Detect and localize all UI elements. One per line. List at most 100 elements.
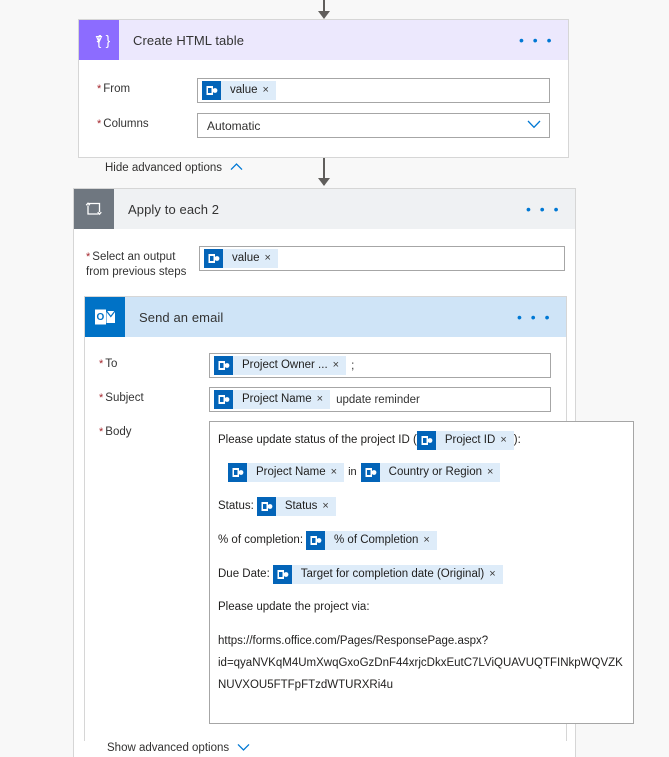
outlook-icon: O [85, 297, 125, 337]
field-control-body: Please update status of the project ID (… [209, 421, 634, 724]
body-line-update-via: Please update the project via: [218, 599, 623, 616]
field-control-to: Project Owner ... × ; [209, 353, 551, 378]
token-remove-icon[interactable]: × [263, 81, 276, 100]
token-project-name-subject[interactable]: Project Name × [214, 390, 331, 409]
token-project-id[interactable]: Project ID × [416, 431, 514, 450]
token-remove-icon[interactable]: × [423, 531, 436, 550]
field-label-select-output: Select an output from previous steps [74, 246, 199, 280]
body-url-text-1: https://forms.office.com/Pages/ResponseP… [218, 635, 489, 647]
token-status[interactable]: Status × [256, 497, 336, 516]
token-remove-icon[interactable]: × [265, 249, 278, 268]
token-percent-completion[interactable]: % of Completion × [306, 531, 437, 550]
body-url-text-2: id=qyaNVKqM4UmXwqGxoGzDnF44xrjcDkxEutC7L… [218, 657, 623, 669]
card-title-send-an-email: Send an email [139, 309, 224, 325]
token-label-subject: Project Name [242, 393, 312, 405]
chevron-down-icon [527, 120, 541, 132]
chevron-down-icon [237, 743, 250, 754]
field-label-columns: Columns [79, 113, 197, 132]
body-line6-text: Please update the project via: [218, 601, 370, 613]
card-menu-send-an-email[interactable]: • • • [517, 310, 552, 324]
from-input[interactable]: value × [197, 78, 550, 103]
loop-icon [74, 189, 114, 229]
sharepoint-token-icon [204, 249, 223, 268]
card-title-create-html-table: Create HTML table [133, 32, 245, 48]
token-value-from[interactable]: value × [202, 81, 276, 100]
sharepoint-token-icon [256, 497, 276, 516]
card-menu-apply-to-each[interactable]: • • • [526, 202, 561, 216]
token-remove-icon[interactable]: × [487, 463, 500, 482]
token-remove-icon[interactable]: × [322, 497, 335, 516]
advanced-options-row-html-table: Hide advanced options [105, 160, 568, 174]
sharepoint-token-icon [214, 356, 233, 375]
chevron-up-icon [230, 162, 243, 174]
body-line-due-date: Due Date: Target for completion date (Or… [218, 564, 623, 585]
card-menu-create-html-table[interactable]: • • • [519, 33, 554, 47]
field-row-from: From value × [79, 78, 568, 103]
subject-input[interactable]: Project Name × update reminder [209, 387, 551, 412]
token-remove-icon[interactable]: × [317, 390, 330, 409]
select-output-input[interactable]: value × [199, 246, 565, 271]
to-suffix-text: ; [351, 359, 355, 372]
svg-text:{: { [97, 32, 102, 48]
card-header-apply-to-each[interactable]: Apply to each 2 • • • [74, 189, 575, 229]
field-row-body: Body Please update status of the project… [85, 421, 634, 724]
field-label-from: From [79, 78, 197, 97]
body-url-text-3: NUVXOU5FTFpFTzdWTURXRi4u [218, 679, 394, 691]
token-remove-icon[interactable]: × [500, 431, 513, 450]
body-line4-prefix: % of completion: [218, 534, 304, 546]
card-title-apply-to-each: Apply to each 2 [128, 201, 220, 217]
token-label-output: value [232, 252, 260, 264]
body-line2-mid: in [348, 466, 357, 478]
token-remove-icon[interactable]: × [331, 463, 344, 482]
token-project-name-body[interactable]: Project Name × [228, 463, 345, 482]
token-remove-icon[interactable]: × [333, 356, 346, 375]
field-label-to: To [85, 353, 209, 372]
connector-arrow-top [318, 11, 330, 19]
sharepoint-token-icon [202, 81, 221, 100]
body-line3-prefix: Status: [218, 500, 254, 512]
sharepoint-token-icon [228, 463, 247, 482]
token-label-project-id: Project ID [444, 434, 496, 446]
html-table-icon: { } [79, 20, 119, 60]
body-line-project-name-country: Project Name × in Country or Region × [228, 462, 623, 483]
body-line-status: Status: Status × [218, 496, 623, 517]
to-input[interactable]: Project Owner ... × ; [209, 353, 551, 378]
token-remove-icon[interactable]: × [489, 565, 502, 584]
field-control-select-output: value × [199, 246, 565, 271]
card-header-create-html-table[interactable]: { } Create HTML table • • • [79, 20, 568, 60]
columns-select-value: Automatic [207, 118, 261, 133]
advanced-options-row-send-email: Show advanced options [107, 740, 566, 754]
body-line1-suffix: ): [513, 434, 521, 446]
body-line-completion: % of completion: % of Completion × [218, 530, 623, 551]
svg-text:}: } [106, 32, 110, 48]
token-label-country-or-region: Country or Region [388, 466, 482, 478]
show-advanced-options-link[interactable]: Show advanced options [107, 742, 250, 754]
columns-select[interactable]: Automatic [197, 113, 550, 138]
token-target-completion-date[interactable]: Target for completion date (Original) × [272, 565, 503, 584]
hide-advanced-options-link[interactable]: Hide advanced options [105, 162, 243, 174]
body-url-line-2: id=qyaNVKqM4UmXwqGxoGzDnF44xrjcDkxEutC7L… [218, 654, 623, 673]
card-header-send-an-email[interactable]: O Send an email • • • [85, 297, 566, 337]
body-url-line-3: NUVXOU5FTFpFTzdWTURXRi4u [218, 676, 623, 695]
token-country-or-region[interactable]: Country or Region × [360, 463, 501, 482]
card-apply-to-each[interactable]: Apply to each 2 • • • Select an output f… [73, 188, 634, 757]
token-label-percent-completion: % of Completion [334, 534, 419, 546]
sharepoint-token-icon [360, 463, 380, 482]
card-send-an-email[interactable]: O Send an email • • • To [84, 296, 634, 754]
token-label-target-completion-date: Target for completion date (Original) [300, 568, 485, 580]
hide-advanced-options-label: Hide advanced options [105, 162, 222, 174]
token-label-project-name-body: Project Name [256, 466, 326, 478]
token-label-status: Status [284, 500, 318, 512]
token-project-owner[interactable]: Project Owner ... × [214, 356, 347, 375]
sharepoint-token-icon [416, 431, 436, 450]
token-label-to: Project Owner ... [242, 359, 328, 371]
field-row-select-output: Select an output from previous steps val… [74, 246, 575, 280]
body-line5-prefix: Due Date: [218, 568, 270, 580]
field-row-to: To Project Owner ... × [85, 353, 566, 378]
body-editor[interactable]: Please update status of the project ID (… [209, 421, 634, 724]
field-control-from: value × [197, 78, 550, 103]
token-value-output[interactable]: value × [204, 249, 278, 268]
subject-text: update reminder [336, 393, 420, 406]
field-row-columns: Columns Automatic [79, 113, 568, 138]
card-create-html-table[interactable]: { } Create HTML table • • • From [78, 19, 569, 174]
